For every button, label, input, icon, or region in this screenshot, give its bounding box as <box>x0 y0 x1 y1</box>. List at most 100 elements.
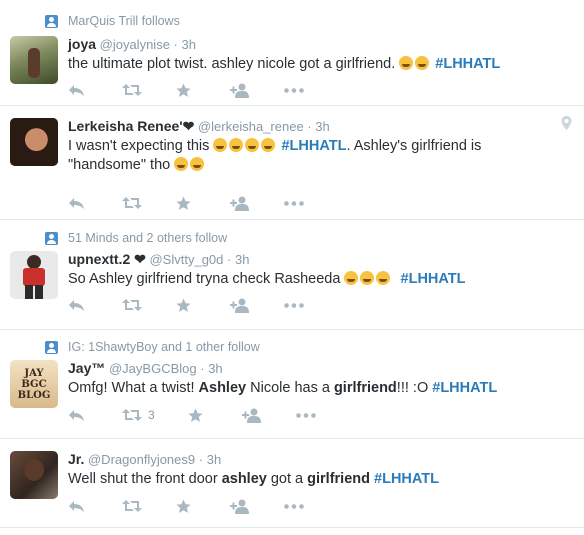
add-person-icon <box>242 408 261 423</box>
add-person-icon <box>230 83 249 98</box>
tweet-actions <box>68 82 338 98</box>
separator-dot: · <box>198 452 204 467</box>
tweet-context: MarQuis Trill follows <box>45 14 180 28</box>
tweet-context: 51 Minds and 2 others follow <box>45 231 227 245</box>
avatar[interactable] <box>10 118 58 166</box>
retweet-icon <box>122 299 142 311</box>
favorite-button[interactable] <box>176 297 230 313</box>
reply-icon <box>69 197 84 209</box>
more-icon <box>284 302 304 308</box>
tweet[interactable]: Lerkeisha Renee'❤ @lerkeisha_renee · 3h … <box>0 106 584 220</box>
timestamp[interactable]: 3h <box>207 452 221 467</box>
person-icon <box>45 14 58 28</box>
follow-button[interactable] <box>230 498 284 514</box>
hashtag-link[interactable]: #LHHATL <box>281 138 346 154</box>
timestamp[interactable]: 3h <box>235 252 249 267</box>
reply-button[interactable] <box>68 297 122 313</box>
avatar[interactable] <box>10 451 58 499</box>
tears-of-joy-emoji <box>376 271 391 285</box>
add-person-icon <box>230 298 249 313</box>
add-person-icon <box>230 499 249 514</box>
separator-dot: · <box>227 252 232 267</box>
retweet-icon <box>122 409 142 421</box>
favorite-button[interactable] <box>176 82 230 98</box>
reply-button[interactable] <box>68 498 122 514</box>
retweet-button[interactable] <box>122 195 176 211</box>
hashtag-link[interactable]: #LHHATL <box>432 380 497 396</box>
tweet-actions <box>68 195 338 211</box>
display-name[interactable]: Jr. <box>68 451 84 467</box>
user-handle[interactable]: @Dragonflyjones9 <box>88 452 195 467</box>
person-icon <box>45 231 58 245</box>
hashtag-link[interactable]: #LHHATL <box>435 56 500 72</box>
favorite-button[interactable] <box>188 407 242 423</box>
user-handle[interactable]: @JayBGCBlog <box>109 361 197 376</box>
more-icon <box>284 200 304 206</box>
tweet[interactable]: Jr. @Dragonflyjones9 · 3h Well shut the … <box>0 439 584 528</box>
location-pin-icon <box>561 116 572 130</box>
timestamp[interactable]: 3h <box>182 37 196 52</box>
more-icon <box>284 503 304 509</box>
separator-dot: · <box>173 37 178 52</box>
display-name[interactable]: Lerkeisha Renee'❤ <box>68 118 194 134</box>
tears-of-joy-emoji <box>399 56 414 70</box>
timestamp[interactable]: 3h <box>208 361 222 376</box>
tweet-actions <box>68 498 338 514</box>
hashtag-link[interactable]: #LHHATL <box>374 471 439 487</box>
more-button[interactable] <box>284 195 338 211</box>
crying-emoji <box>415 56 430 70</box>
more-button[interactable] <box>284 498 338 514</box>
display-name[interactable]: upnextt.2 ❤ <box>68 251 146 267</box>
retweet-icon <box>122 197 142 209</box>
timeline: MarQuis Trill follows joya @joyalynise ·… <box>0 0 584 528</box>
timestamp[interactable]: 3h <box>315 119 329 134</box>
tweet-context: IG: 1ShawtyBoy and 1 other follow <box>45 340 260 354</box>
crying-emoji <box>261 138 276 152</box>
tears-of-joy-emoji <box>229 138 244 152</box>
reply-button[interactable] <box>68 407 122 423</box>
user-handle[interactable]: @lerkeisha_renee <box>198 119 304 134</box>
reply-button[interactable] <box>68 82 122 98</box>
hashtag-link[interactable]: #LHHATL <box>401 271 466 287</box>
tweet[interactable]: 51 Minds and 2 others follow upnextt.2 ❤… <box>0 220 584 330</box>
follow-button[interactable] <box>230 82 284 98</box>
more-button[interactable] <box>284 82 338 98</box>
more-button[interactable] <box>296 407 350 423</box>
star-icon <box>176 298 191 312</box>
context-text: MarQuis Trill follows <box>68 14 180 28</box>
follow-button[interactable] <box>242 407 296 423</box>
reply-icon <box>69 299 84 311</box>
tweet[interactable]: MarQuis Trill follows joya @joyalynise ·… <box>0 0 584 106</box>
astonished-emoji <box>213 138 228 152</box>
follow-button[interactable] <box>230 297 284 313</box>
retweet-button[interactable] <box>122 498 176 514</box>
user-handle[interactable]: @joyalynise <box>100 37 170 52</box>
add-person-icon <box>230 196 249 211</box>
tweet[interactable]: IG: 1ShawtyBoy and 1 other follow JAY BG… <box>0 330 584 439</box>
avatar[interactable] <box>10 251 58 299</box>
favorite-button[interactable] <box>176 195 230 211</box>
display-name[interactable]: joya <box>68 36 96 52</box>
avatar[interactable]: JAY BGC BLOG <box>10 360 58 408</box>
star-icon <box>188 408 203 422</box>
star-icon <box>176 83 191 97</box>
tweet-text: the ultimate plot twist. ashley nicole g… <box>68 56 501 72</box>
user-handle[interactable]: @Slvtty_g0d <box>149 252 223 267</box>
retweet-button[interactable] <box>122 82 176 98</box>
tweet-text: I wasn't expecting this #LHHATL. Ashley'… <box>68 138 482 173</box>
retweet-button[interactable]: 3 <box>122 407 188 423</box>
reply-icon <box>69 84 84 96</box>
tweet-header: upnextt.2 ❤ @Slvtty_g0d · 3h <box>68 251 249 268</box>
tweet-header: Jay™ @JayBGCBlog · 3h <box>68 360 223 376</box>
tweet-header: joya @joyalynise · 3h <box>68 36 196 52</box>
display-name[interactable]: Jay™ <box>68 360 105 376</box>
reply-button[interactable] <box>68 195 122 211</box>
retweet-button[interactable] <box>122 297 176 313</box>
more-button[interactable] <box>284 297 338 313</box>
avatar[interactable] <box>10 36 58 84</box>
tears-of-joy-emoji <box>174 157 189 171</box>
favorite-button[interactable] <box>176 498 230 514</box>
follow-button[interactable] <box>230 195 284 211</box>
retweet-icon <box>122 500 142 512</box>
context-text: IG: 1ShawtyBoy and 1 other follow <box>68 340 260 354</box>
